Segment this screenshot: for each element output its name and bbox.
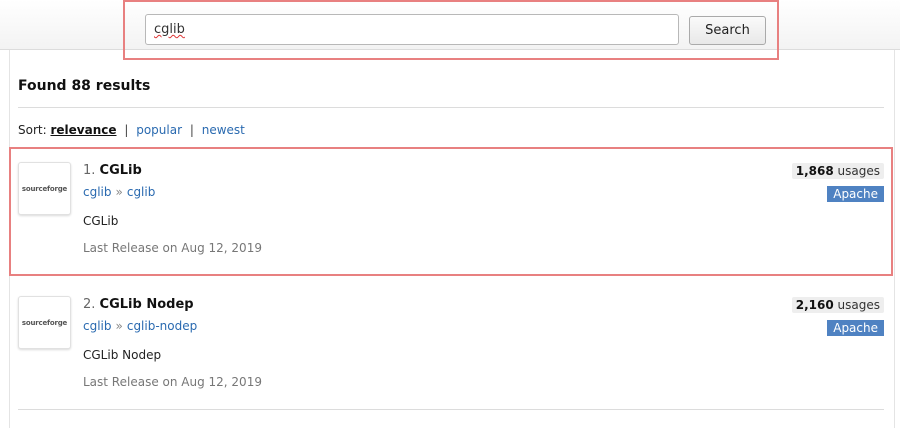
result-index: 1. <box>83 163 96 178</box>
sort-option-relevance[interactable]: relevance <box>50 123 116 137</box>
license-badge[interactable]: Apache <box>827 186 884 202</box>
result-name-link[interactable]: CGLib Nodep <box>100 297 194 312</box>
sort-option-newest[interactable]: newest <box>202 123 245 137</box>
header-divider <box>18 107 884 108</box>
result-index: 2. <box>83 297 96 312</box>
result-title: 2. CGLib Nodep <box>83 297 194 312</box>
license-badge[interactable]: Apache <box>827 320 884 336</box>
sourceforge-logo[interactable]: sourceforge <box>18 162 71 215</box>
breadcrumb-arrow: » <box>115 319 123 333</box>
usages-badge[interactable]: 1,868 usages <box>791 163 884 179</box>
artifact-link[interactable]: cglib <box>127 185 156 199</box>
sort-separator: | <box>124 123 129 137</box>
usages-badge[interactable]: 2,160 usages <box>791 297 884 313</box>
result-description: CGLib Nodep <box>83 348 162 362</box>
usage-label: usages <box>837 164 880 178</box>
breadcrumb-arrow: » <box>115 185 123 199</box>
results-count-heading: Found 88 results <box>18 78 151 94</box>
search-input-value: cglib <box>154 22 185 37</box>
usage-count: 1,868 <box>795 164 834 178</box>
result-last-release: Last Release on Aug 12, 2019 <box>83 241 262 255</box>
group-link[interactable]: cglib <box>83 319 112 333</box>
sourceforge-logo[interactable]: sourceforge <box>18 296 71 349</box>
sort-bar: Sort: relevance | popular | newest <box>18 123 245 137</box>
artifact-link[interactable]: cglib-nodep <box>127 319 197 333</box>
result-title: 1. CGLib <box>83 163 142 178</box>
result-description: CGLib <box>83 214 119 228</box>
sort-label: Sort: <box>18 123 47 137</box>
result-name-link[interactable]: CGLib <box>100 163 142 178</box>
search-button[interactable]: Search <box>689 16 766 45</box>
result-last-release: Last Release on Aug 12, 2019 <box>83 375 262 389</box>
result-coordinates: cglib» cglib-nodep <box>83 319 197 333</box>
sort-separator: | <box>189 123 194 137</box>
result-coordinates: cglib» cglib <box>83 185 155 199</box>
sort-option-popular[interactable]: popular <box>136 123 182 137</box>
usage-count: 2,160 <box>795 298 834 312</box>
search-input[interactable]: cglib <box>145 14 679 45</box>
usage-label: usages <box>837 298 880 312</box>
group-link[interactable]: cglib <box>83 185 112 199</box>
result-divider <box>18 409 884 410</box>
